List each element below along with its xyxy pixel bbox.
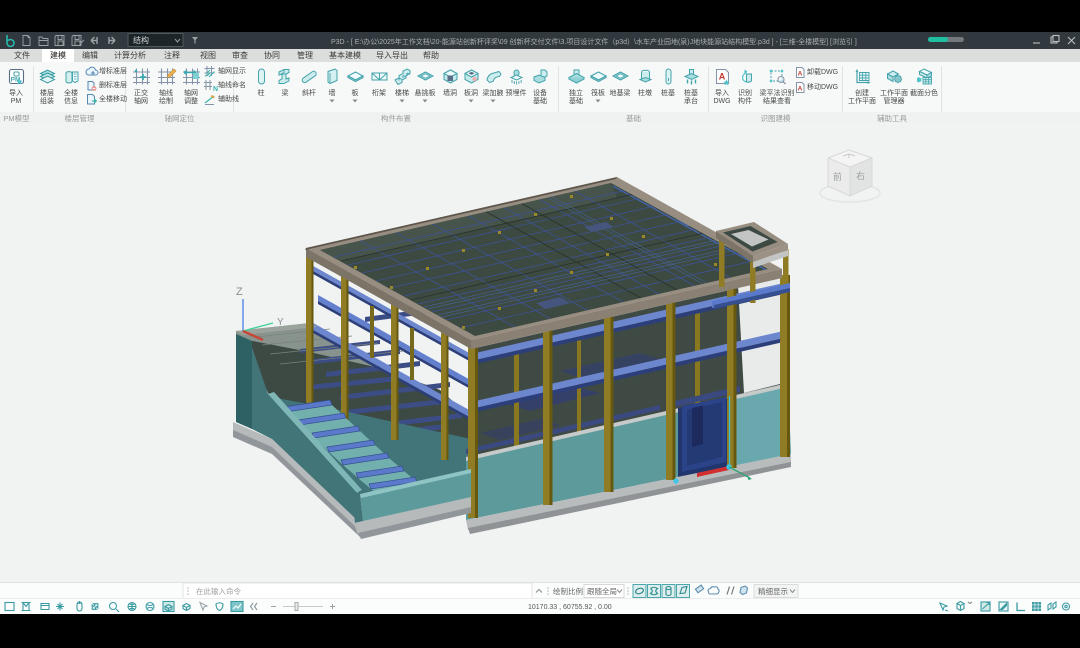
svg-text:工作平面: 工作平面: [848, 96, 876, 105]
svg-text:楼梯: 楼梯: [395, 88, 409, 97]
svg-text:管理器: 管理器: [884, 96, 905, 105]
svg-text:创建: 创建: [855, 88, 869, 97]
svg-text:截面分色: 截面分色: [910, 88, 938, 97]
svg-text:PM: PM: [11, 98, 22, 105]
svg-text:轴网显示: 轴网显示: [218, 66, 246, 75]
svg-text:右: 右: [856, 170, 865, 181]
svg-text:信息: 信息: [64, 96, 78, 105]
svg-text:基础: 基础: [569, 96, 583, 105]
svg-text:10170.33 , 60755.92 , 0.00: 10170.33 , 60755.92 , 0.00: [528, 604, 612, 611]
svg-text:Z: Z: [236, 286, 243, 298]
svg-text:墙洞: 墙洞: [443, 88, 457, 97]
svg-text:梁加腋: 梁加腋: [483, 88, 504, 97]
svg-text:地基梁: 地基梁: [610, 88, 631, 97]
svg-text:绘制: 绘制: [159, 96, 173, 105]
svg-text:移动DWG: 移动DWG: [807, 82, 838, 91]
svg-text:导入: 导入: [9, 89, 23, 97]
svg-text:桁架: 桁架: [372, 88, 386, 97]
svg-text:柱墩: 柱墩: [638, 88, 652, 97]
svg-text:梁: 梁: [282, 88, 289, 97]
svg-text:精细显示: 精细显示: [758, 586, 788, 596]
svg-text:构件: 构件: [738, 96, 752, 105]
svg-text:增标准层: 增标准层: [99, 66, 127, 75]
svg-text:板: 板: [352, 88, 359, 97]
svg-text:悬挑板: 悬挑板: [415, 88, 436, 97]
svg-text:桩基: 桩基: [661, 88, 675, 97]
svg-text:结果查看: 结果查看: [763, 96, 791, 105]
svg-text:结构: 结构: [133, 35, 149, 45]
svg-text:梁平法识别: 梁平法识别: [760, 88, 795, 97]
svg-text:导入: 导入: [715, 89, 729, 97]
svg-text:斜杆: 斜杆: [302, 88, 316, 97]
svg-text:筏板: 筏板: [591, 88, 605, 97]
svg-text:卸载DWG: 卸载DWG: [807, 67, 838, 76]
svg-text:墙: 墙: [329, 88, 336, 97]
svg-text:组装: 组装: [40, 96, 54, 105]
svg-text:楼层: 楼层: [40, 88, 54, 97]
svg-text:轴线: 轴线: [159, 88, 173, 97]
svg-text:绘制比例: 绘制比例: [553, 586, 583, 596]
svg-text:前: 前: [833, 171, 842, 182]
svg-text:设备: 设备: [533, 88, 547, 97]
svg-text:全楼: 全楼: [64, 88, 78, 97]
svg-text:承台: 承台: [684, 96, 698, 105]
svg-text:柱: 柱: [258, 88, 265, 97]
svg-text:调整: 调整: [184, 96, 198, 105]
svg-text:正交: 正交: [134, 88, 148, 97]
svg-text:Y: Y: [277, 317, 284, 328]
svg-text:DWG: DWG: [713, 98, 730, 105]
svg-text:工作平面: 工作平面: [880, 88, 908, 97]
svg-text:识别: 识别: [738, 88, 752, 97]
svg-text:独立: 独立: [569, 88, 583, 97]
svg-text:跟随全局: 跟随全局: [587, 586, 617, 596]
svg-text:轴网: 轴网: [184, 88, 198, 97]
svg-text:轴线命名: 轴线命名: [218, 80, 246, 89]
svg-text:删标准层: 删标准层: [99, 80, 127, 89]
svg-text:预埋件: 预埋件: [506, 88, 527, 97]
svg-text:在此输入命令: 在此输入命令: [196, 586, 241, 596]
svg-text:基础: 基础: [533, 96, 547, 105]
svg-text:辅助线: 辅助线: [218, 94, 239, 103]
svg-text:桩基: 桩基: [684, 88, 698, 97]
svg-text:轴网: 轴网: [134, 96, 148, 105]
svg-text:全楼移动: 全楼移动: [99, 94, 127, 103]
svg-text:板洞: 板洞: [464, 88, 478, 97]
